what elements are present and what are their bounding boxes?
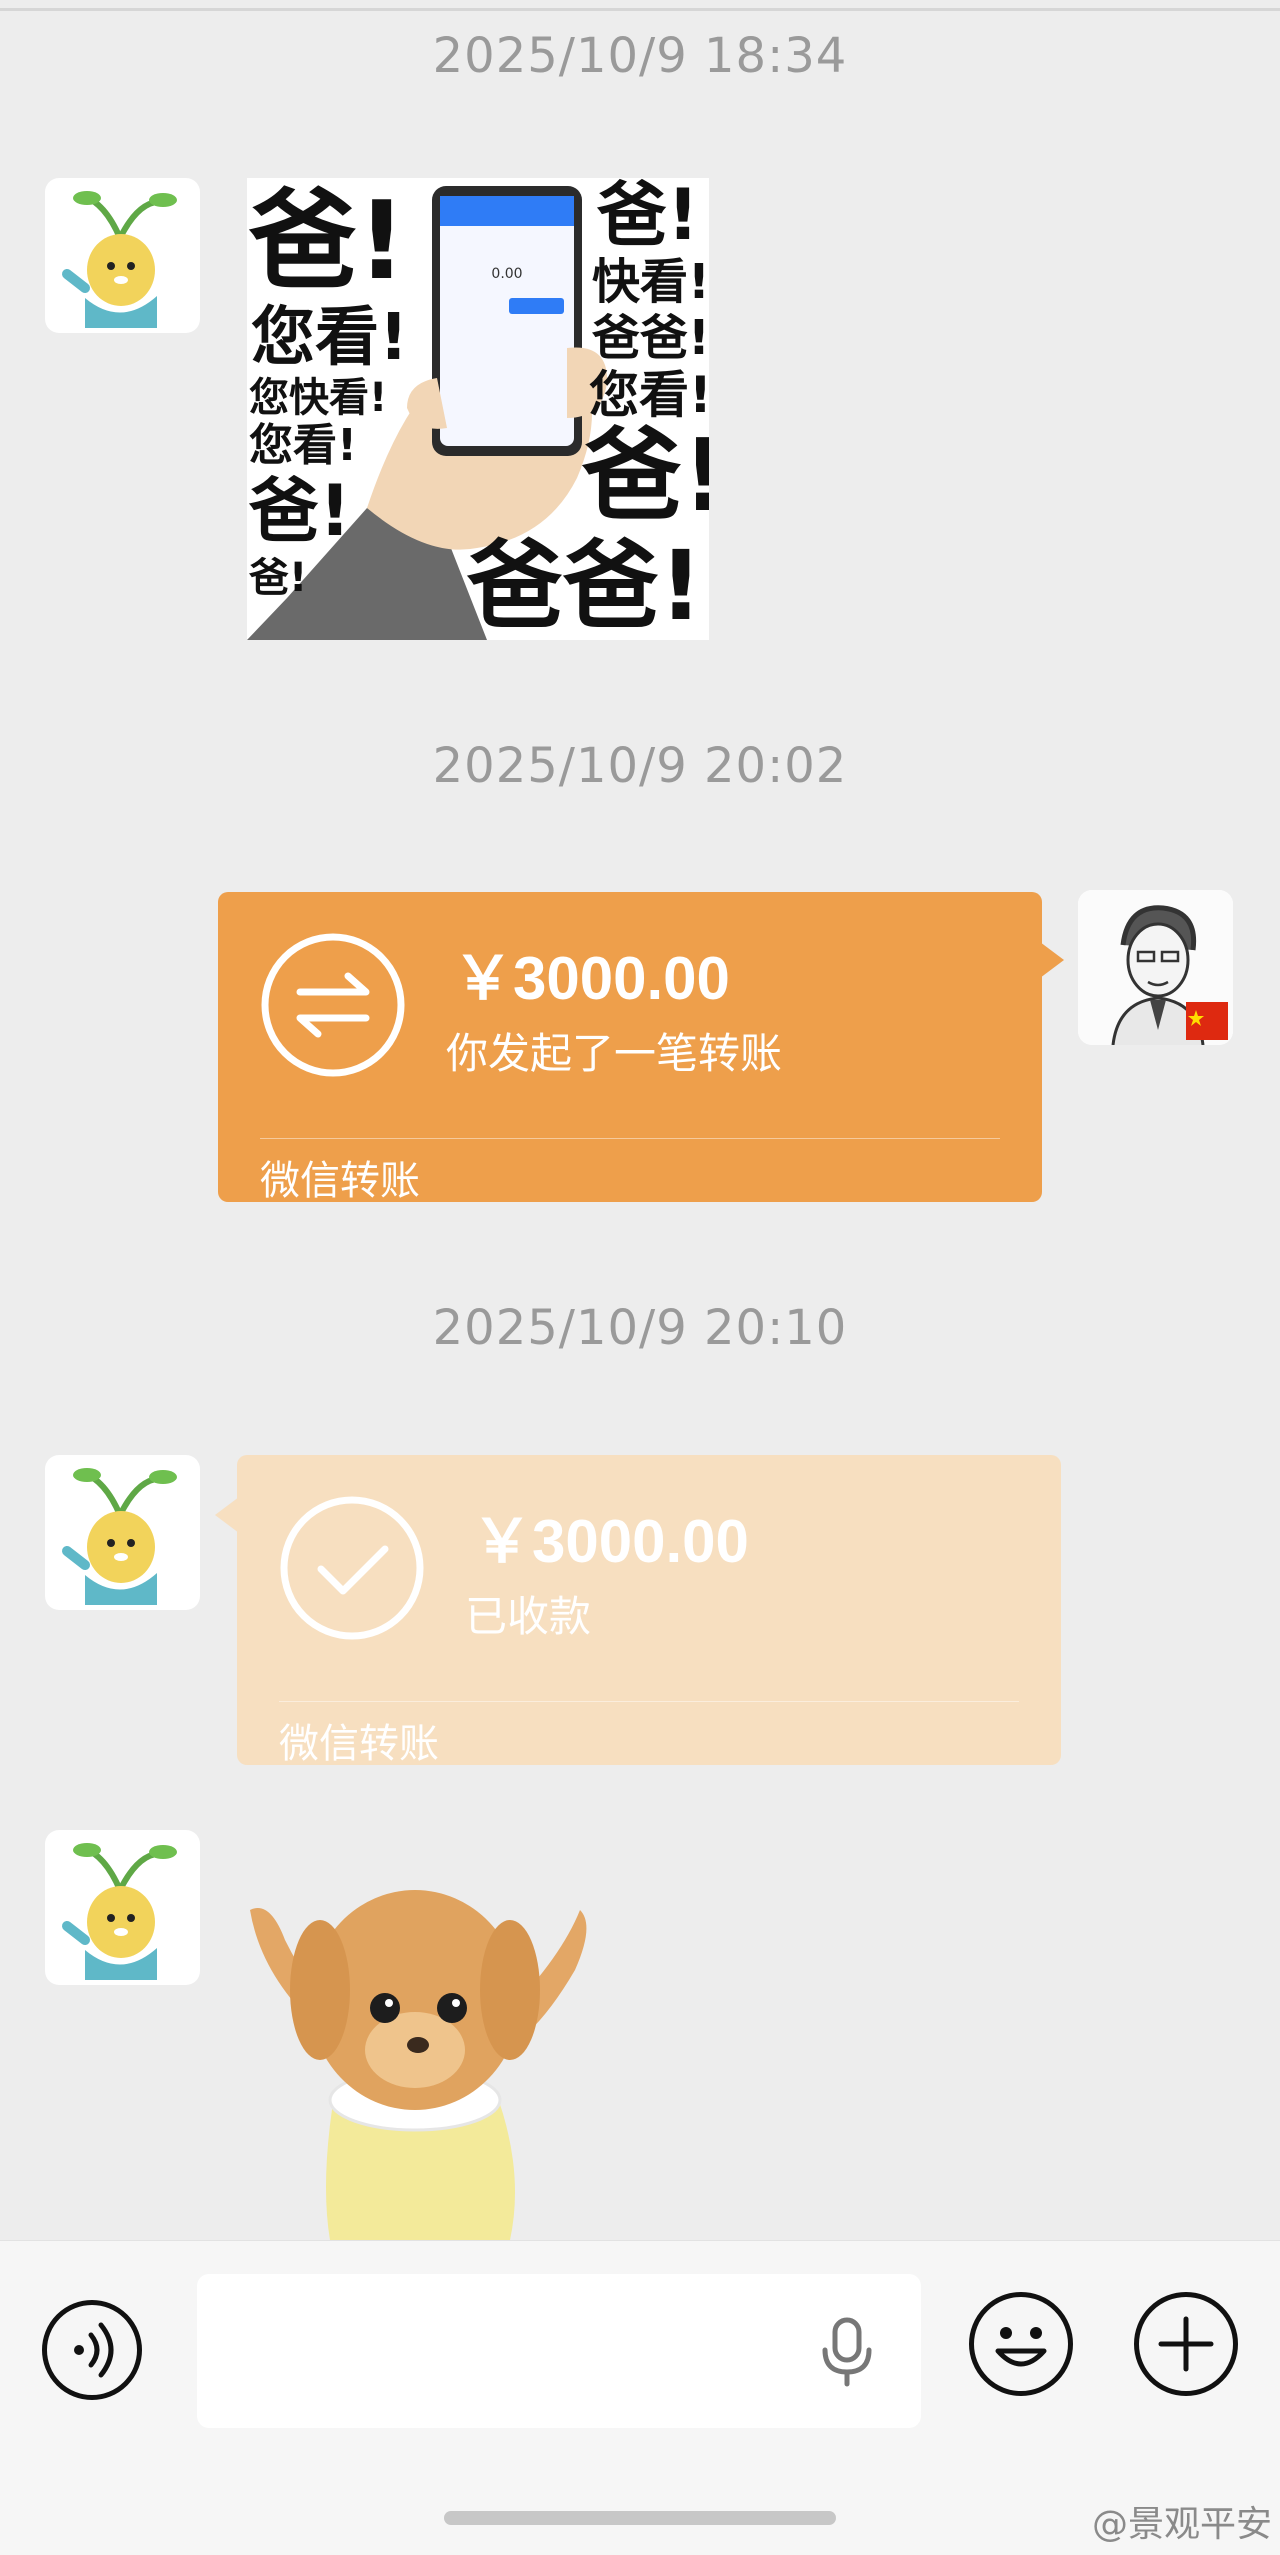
- meme-word: 爸!: [249, 555, 308, 601]
- meme-word: 您看!: [249, 420, 358, 471]
- meme-sticker[interactable]: 0.00 爸! 您看! 您快看! 您看! 爸! 爸! 爸! 快看! 爸爸! 您看…: [247, 178, 709, 640]
- transfer-source-label: 微信转账: [279, 1721, 439, 1767]
- meme-word: 您快看!: [249, 375, 388, 421]
- meme-word: 您看!: [251, 301, 409, 375]
- microphone-icon[interactable]: [815, 2316, 879, 2388]
- more-options-button[interactable]: [1134, 2292, 1238, 2396]
- plus-icon: [1158, 2316, 1214, 2372]
- card-divider: [279, 1701, 1019, 1702]
- top-divider: [0, 8, 1280, 11]
- bubble-tail: [1040, 942, 1064, 978]
- radish-character-icon: [62, 1843, 177, 1980]
- weibo-watermark: @景观平安: [1091, 2504, 1272, 2545]
- home-indicator[interactable]: [444, 2511, 836, 2525]
- timestamp: 2025/10/9 20:02: [432, 738, 848, 794]
- meme-word: 爸!: [249, 470, 351, 552]
- transfer-arrows-icon: [261, 933, 405, 1077]
- radish-character-icon: [62, 1468, 177, 1605]
- transfer-source-label: 微信转账: [260, 1158, 420, 1204]
- voice-toggle-button[interactable]: [42, 2300, 142, 2400]
- meme-word: 爸爸!: [467, 530, 703, 640]
- transfer-amount: ￥3000.00: [472, 1508, 749, 1575]
- timestamp: 2025/10/9 18:34: [432, 28, 848, 84]
- meme-word: 爸爸!: [592, 310, 709, 366]
- smiley-face-icon: [995, 2327, 1047, 2367]
- user-avatar[interactable]: [1078, 890, 1233, 1045]
- meme-word: 快看!: [592, 254, 709, 310]
- meme-word: 您看!: [589, 366, 709, 424]
- transfer-amount: ￥3000.00: [453, 945, 730, 1012]
- plush-puppy-sticker[interactable]: [240, 1850, 600, 2240]
- emoji-button[interactable]: [969, 2292, 1073, 2396]
- voice-wave-icon: [74, 2322, 114, 2378]
- meme-word: 爸!: [582, 417, 709, 534]
- transfer-card-received[interactable]: ￥3000.00 已收款 微信转账: [215, 1455, 1061, 1767]
- meme-word: 爸!: [249, 179, 407, 304]
- transfer-status: 已收款: [465, 1592, 592, 1641]
- transfer-card-sent[interactable]: ￥3000.00 你发起了一笔转账 微信转账: [218, 892, 1064, 1204]
- bubble-tail: [215, 1497, 239, 1533]
- contact-avatar[interactable]: [45, 1455, 200, 1610]
- portrait-sketch-icon: [1078, 890, 1233, 1045]
- meme-word: 爸!: [597, 178, 699, 256]
- card-divider: [260, 1138, 1000, 1139]
- contact-avatar[interactable]: [45, 178, 200, 333]
- contact-avatar[interactable]: [45, 1830, 200, 1985]
- chat-input-bar: @景观平安: [0, 2240, 1280, 2555]
- transfer-status: 你发起了一笔转账: [446, 1029, 783, 1078]
- timestamp: 2025/10/9 20:10: [432, 1300, 848, 1356]
- message-input[interactable]: [197, 2274, 921, 2428]
- radish-character-icon: [62, 191, 177, 328]
- phone-screen-amount: 0.00: [491, 266, 522, 282]
- checkmark-icon: [280, 1496, 424, 1640]
